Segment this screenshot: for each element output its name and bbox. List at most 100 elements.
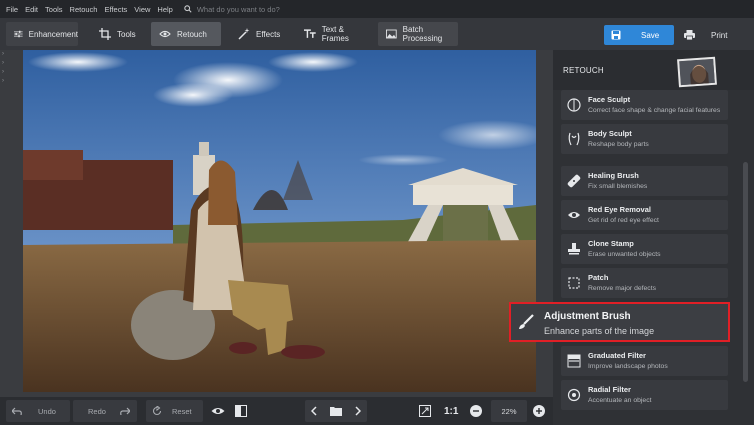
menu-view[interactable]: View xyxy=(134,5,150,14)
fit-screen-icon xyxy=(419,405,431,417)
photo-canvas-area: › › › › xyxy=(0,50,553,397)
eye-icon xyxy=(568,212,580,218)
tool-description: Accentuate an object xyxy=(588,397,652,404)
bandage-icon xyxy=(567,174,581,188)
floppy-disk-icon xyxy=(611,30,621,40)
stamp-icon xyxy=(568,243,580,255)
panel-thumbnail-image xyxy=(677,56,717,88)
tool-description: Erase unwanted objects xyxy=(588,251,661,258)
photo-preview[interactable] xyxy=(23,50,536,392)
panel-scrollbar[interactable] xyxy=(743,162,748,382)
menu-help[interactable]: Help xyxy=(157,5,172,14)
eye-icon xyxy=(211,408,225,414)
folder-icon[interactable] xyxy=(329,406,342,416)
zoom-level-field[interactable]: 22% xyxy=(491,400,527,422)
panel-title: RETOUCH xyxy=(563,66,604,75)
eye-retouch-icon xyxy=(159,30,171,38)
bottom-bar: Undo Redo Reset 1:1 22% xyxy=(0,397,553,425)
tool-description: Correct face shape & change facial featu… xyxy=(588,107,721,114)
reset-label: Reset xyxy=(172,406,192,416)
photo-image xyxy=(23,50,536,392)
radial-icon xyxy=(567,388,581,402)
crop-icon xyxy=(99,28,111,40)
tool-patch[interactable]: Patch Remove major defects xyxy=(561,268,728,298)
brush-icon xyxy=(519,314,534,329)
sliders-icon xyxy=(14,30,23,38)
actual-size-button[interactable]: 1:1 xyxy=(444,400,462,422)
tab-label: Retouch xyxy=(177,29,207,39)
tool-name: Face Sculpt xyxy=(588,95,631,104)
tab-label: Text & Frames xyxy=(321,25,349,43)
tool-description: Improve landscape photos xyxy=(588,363,668,370)
menu-tools[interactable]: Tools xyxy=(45,5,63,14)
compare-icon xyxy=(235,405,247,417)
tool-healing-brush[interactable]: Healing Brush Fix small blemishes xyxy=(561,166,728,196)
tab-label: Enhancement xyxy=(28,29,78,39)
compare-button[interactable] xyxy=(235,400,251,422)
tool-description: Enhance parts of the image xyxy=(544,326,655,336)
patch-icon xyxy=(568,277,580,289)
tab-retouch[interactable]: Retouch xyxy=(151,22,221,46)
retouch-panel: RETOUCH Face Sculpt Correct face shape &… xyxy=(553,50,754,425)
gradient-icon xyxy=(567,354,581,368)
tool-graduated-filter[interactable]: Graduated Filter Improve landscape photo… xyxy=(561,346,728,376)
tab-text-frames[interactable]: Text & Frames xyxy=(296,22,372,46)
tool-face-sculpt[interactable]: Face Sculpt Correct face shape & change … xyxy=(561,90,728,120)
magic-wand-icon xyxy=(238,28,250,40)
tab-batch-processing[interactable]: Batch Processing xyxy=(378,22,458,46)
images-icon xyxy=(386,29,397,39)
tab-label: Effects xyxy=(256,29,281,39)
search-field[interactable]: What do you want to do? xyxy=(184,5,280,14)
menu-bar: File Edit Tools Retouch Effects View Hel… xyxy=(0,0,754,18)
undo-label: Undo xyxy=(38,406,56,416)
panel-header: RETOUCH xyxy=(553,50,754,90)
tab-tools[interactable]: Tools xyxy=(91,22,146,46)
tab-label: Tools xyxy=(117,29,136,39)
tool-name: Patch xyxy=(588,273,609,282)
tool-name: Body Sculpt xyxy=(588,129,632,138)
tool-description: Reshape body parts xyxy=(588,141,649,148)
zoom-value: 22% xyxy=(501,406,517,416)
redo-button[interactable]: Redo xyxy=(73,400,137,422)
tool-name: Clone Stamp xyxy=(588,239,634,248)
tool-red-eye-removal[interactable]: Red Eye Removal Get rid of red eye effec… xyxy=(561,200,728,230)
text-icon xyxy=(304,29,316,38)
fit-to-screen-button[interactable] xyxy=(419,400,433,422)
save-label: Save xyxy=(641,30,660,40)
print-button[interactable]: Print xyxy=(681,25,749,45)
menu-effects[interactable]: Effects xyxy=(104,5,127,14)
tool-radial-filter[interactable]: Radial Filter Accentuate an object xyxy=(561,380,728,410)
menu-retouch[interactable]: Retouch xyxy=(70,5,98,14)
tool-name: Adjustment Brush xyxy=(544,311,631,322)
zoom-out-button[interactable] xyxy=(470,400,484,422)
ratio-label: 1:1 xyxy=(444,405,459,417)
tool-clone-stamp[interactable]: Clone Stamp Erase unwanted objects xyxy=(561,234,728,264)
redo-label: Redo xyxy=(88,406,106,416)
face-icon xyxy=(567,98,581,112)
tool-adjustment-brush[interactable]: Adjustment Brush Enhance parts of the im… xyxy=(509,302,730,342)
menu-edit[interactable]: Edit xyxy=(25,5,38,14)
redo-icon xyxy=(120,407,130,415)
undo-button[interactable]: Undo xyxy=(6,400,70,422)
tab-enhancement[interactable]: Enhancement xyxy=(6,22,78,46)
tool-description: Get rid of red eye effect xyxy=(588,217,659,224)
zoom-in-button[interactable] xyxy=(533,400,547,422)
tool-name: Graduated Filter xyxy=(588,351,646,360)
chevron-right-icon[interactable] xyxy=(355,406,361,416)
preview-eye-button[interactable] xyxy=(211,400,227,422)
reset-button[interactable]: Reset xyxy=(146,400,203,422)
tool-name: Red Eye Removal xyxy=(588,205,651,214)
tab-effects[interactable]: Effects xyxy=(230,22,286,46)
tool-name: Radial Filter xyxy=(588,385,631,394)
save-button[interactable]: Save xyxy=(604,25,674,45)
chevron-left-icon[interactable] xyxy=(311,406,317,416)
tab-label: Batch Processing xyxy=(402,25,443,43)
minus-circle-icon xyxy=(470,405,482,417)
undo-icon xyxy=(12,407,22,415)
tool-description: Remove major defects xyxy=(588,285,656,292)
tool-body-sculpt[interactable]: Body Sculpt Reshape body parts xyxy=(561,124,728,154)
menu-file[interactable]: File xyxy=(6,5,18,14)
file-navigation xyxy=(305,400,367,422)
search-icon xyxy=(184,5,192,13)
collapse-arrows-icon[interactable]: › › › › xyxy=(2,50,8,86)
